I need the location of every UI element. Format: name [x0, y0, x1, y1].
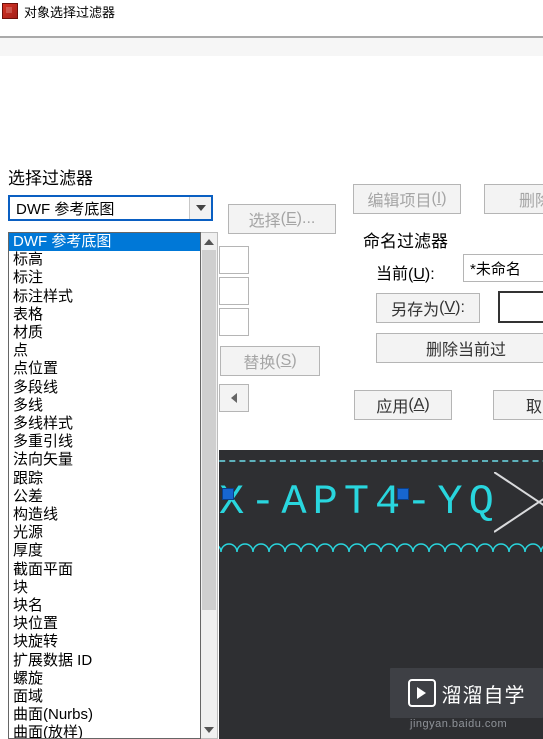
save-as-button[interactable]: 另存为(V): [376, 293, 480, 323]
filter-combobox-value: DWF 参考底图 [10, 198, 189, 219]
dropdown-option[interactable]: 光源 [9, 524, 200, 542]
dropdown-option[interactable]: 标注 [9, 269, 200, 287]
dropdown-option[interactable]: 块 [9, 579, 200, 597]
delete-button[interactable]: 删除 [484, 184, 543, 214]
dropdown-option[interactable]: 法向矢量 [9, 451, 200, 469]
filter-field-2[interactable] [219, 277, 249, 305]
select-filter-label: 选择过滤器 [8, 164, 543, 189]
current-label: 当前(U): [376, 260, 435, 284]
dropdown-option[interactable]: 点 [9, 342, 200, 360]
cad-text-label: X-APT4-YQ [219, 478, 500, 526]
dropdown-option[interactable]: 多重引线 [9, 433, 200, 451]
dropdown-option[interactable]: DWF 参考底图 [9, 233, 200, 251]
named-filter-label: 命名过滤器 [363, 227, 448, 252]
watermark-badge: 溜溜自学 [390, 668, 543, 718]
watermark-text: 溜溜自学 [442, 679, 526, 708]
cad-grip-handle[interactable] [397, 488, 409, 500]
scroll-down-button[interactable] [201, 721, 217, 738]
dropdown-option[interactable]: 厚度 [9, 542, 200, 560]
delete-current-filter-button[interactable]: 删除当前过 [376, 333, 543, 363]
panel-header [0, 36, 543, 56]
dropdown-option[interactable]: 材质 [9, 324, 200, 342]
dropdown-option[interactable]: 多段线 [9, 379, 200, 397]
dropdown-option[interactable]: 截面平面 [9, 561, 200, 579]
apply-button[interactable]: 应用(A) [354, 390, 452, 420]
filter-combobox[interactable]: DWF 参考底图 [8, 195, 213, 221]
dropdown-option[interactable]: 构造线 [9, 506, 200, 524]
dropdown-option[interactable]: 块名 [9, 597, 200, 615]
dropdown-scrollbar[interactable] [201, 232, 218, 739]
dropdown-option[interactable]: 曲面(Nurbs) [9, 706, 200, 724]
dropdown-option[interactable]: 曲面(放样) [9, 724, 200, 739]
cad-diagonal-line [494, 472, 543, 562]
dropdown-option[interactable]: 多线 [9, 397, 200, 415]
replace-button[interactable]: 替换(S) [220, 346, 320, 376]
watermark-url: jingyan.baidu.com [410, 718, 507, 730]
current-filter-value[interactable]: *未命名 [463, 254, 543, 282]
dropdown-option[interactable]: 标注样式 [9, 288, 200, 306]
dropdown-option[interactable]: 块旋转 [9, 633, 200, 651]
dropdown-option[interactable]: 标高 [9, 251, 200, 269]
filter-dropdown-list[interactable]: DWF 参考底图标高标注标注样式表格材质点点位置多段线多线多线样式多重引线法向矢… [8, 232, 201, 739]
scroll-thumb[interactable] [202, 250, 216, 610]
chevron-down-icon [196, 205, 206, 211]
scroll-left-button[interactable] [219, 384, 249, 412]
chevron-up-icon [204, 239, 214, 245]
dropdown-option[interactable]: 螺旋 [9, 670, 200, 688]
scroll-up-button[interactable] [201, 233, 217, 250]
cancel-button[interactable]: 取 [493, 390, 543, 420]
filter-combobox-toggle[interactable] [189, 197, 211, 219]
cad-grip-handle[interactable] [222, 488, 234, 500]
save-as-input[interactable] [498, 291, 543, 323]
dropdown-option[interactable]: 扩展数据 ID [9, 652, 200, 670]
dropdown-option[interactable]: 面域 [9, 688, 200, 706]
select-button[interactable]: 选择(E)... [228, 204, 336, 234]
cad-dashed-line [219, 460, 543, 462]
dropdown-option[interactable]: 公差 [9, 488, 200, 506]
app-icon [2, 3, 18, 19]
dropdown-option[interactable]: 点位置 [9, 360, 200, 378]
filter-value-fields [219, 246, 249, 339]
filter-field-3[interactable] [219, 308, 249, 336]
filter-dropdown[interactable]: DWF 参考底图标高标注标注样式表格材质点点位置多段线多线多线样式多重引线法向矢… [8, 232, 218, 739]
dropdown-option[interactable]: 多线样式 [9, 415, 200, 433]
dropdown-option[interactable]: 表格 [9, 306, 200, 324]
window-title: 对象选择过滤器 [24, 2, 115, 21]
chevron-left-icon [231, 393, 237, 403]
filter-field-1[interactable] [219, 246, 249, 274]
dropdown-option[interactable]: 跟踪 [9, 470, 200, 488]
chevron-down-icon [204, 727, 214, 733]
dropdown-option[interactable]: 块位置 [9, 615, 200, 633]
play-icon [408, 679, 436, 707]
edit-item-button[interactable]: 编辑项目(I) [353, 184, 461, 214]
